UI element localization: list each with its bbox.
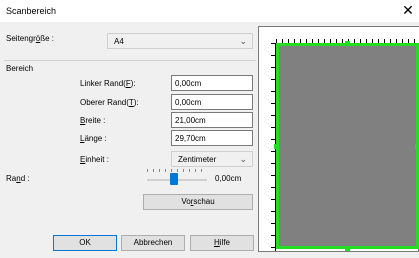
margin-value: 0,00cm xyxy=(215,174,242,183)
selection-handle-bottom[interactable] xyxy=(345,246,350,251)
ok-button[interactable]: OK xyxy=(53,235,117,251)
scan-area-dialog: Scanbereich ✕ Seitengröße : A4 ⌄ Bereich… xyxy=(0,0,419,258)
close-icon[interactable]: ✕ xyxy=(397,0,419,22)
chevron-down-icon: ⌄ xyxy=(239,154,247,164)
margin-slider-thumb[interactable] xyxy=(170,173,178,185)
chevron-down-icon: ⌄ xyxy=(239,36,247,46)
area-group-label: Bereich xyxy=(6,64,34,73)
help-button[interactable]: Hilfe xyxy=(190,235,254,251)
selection-handle-top[interactable] xyxy=(345,41,350,46)
paper-size-label: Seitengröße : xyxy=(6,34,55,43)
area-group-divider xyxy=(4,60,256,63)
selection-handle-left[interactable] xyxy=(274,144,279,149)
window-title: Scanbereich xyxy=(6,6,57,16)
top-margin-value: 0,00cm xyxy=(175,98,202,107)
length-input[interactable]: 29,70cm xyxy=(171,130,253,146)
selection-handle-right[interactable] xyxy=(415,144,419,149)
left-margin-input[interactable]: 0,00cm xyxy=(171,75,253,91)
margin-slider-ticks xyxy=(147,169,207,172)
unit-label: Einheit : xyxy=(80,155,109,164)
scan-preview-pane xyxy=(258,26,419,252)
top-margin-input[interactable]: 0,00cm xyxy=(171,94,253,110)
left-margin-value: 0,00cm xyxy=(175,79,202,88)
paper-size-select[interactable]: A4 ⌄ xyxy=(107,33,253,49)
scan-selection-area[interactable] xyxy=(276,43,419,249)
left-margin-label: Linker Rand(F): xyxy=(80,79,136,88)
preview-button[interactable]: Vorschau xyxy=(143,194,253,210)
title-bar: Scanbereich ✕ xyxy=(0,0,419,22)
width-input[interactable]: 21,00cm xyxy=(171,112,253,128)
top-margin-label: Oberer Rand(T): xyxy=(80,98,139,107)
width-value: 21,00cm xyxy=(175,116,206,125)
length-value: 29,70cm xyxy=(175,134,206,143)
width-label: Breite : xyxy=(80,116,106,125)
cancel-button[interactable]: Abbrechen xyxy=(121,235,185,251)
paper-size-value: A4 xyxy=(114,37,124,46)
length-label: Länge : xyxy=(80,134,107,143)
margin-label: Rand : xyxy=(6,174,30,183)
unit-value: Zentimeter xyxy=(178,155,217,164)
unit-select[interactable]: Zentimeter ⌄ xyxy=(171,151,253,167)
